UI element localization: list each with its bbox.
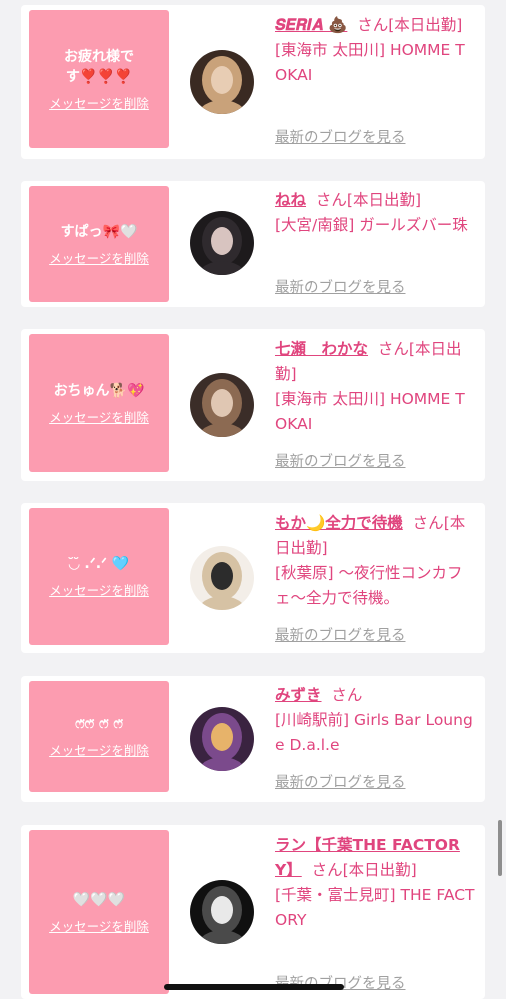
honorific-label: さん — [331, 686, 363, 704]
message-bubble: ◟̆◞̆ .ᐟ.ᐟ 🩵 メッセージを削除 — [29, 508, 169, 645]
latest-blog-link[interactable]: 最新のブログを見る — [275, 771, 406, 792]
message-text: お疲れ様です❣️❣️❣️ — [64, 48, 134, 85]
avatar-photo — [190, 546, 254, 610]
avatar-photo — [190, 880, 254, 944]
honorific-label: さん — [412, 514, 444, 532]
status-label: [本日出勤] — [388, 16, 463, 34]
shop-label: [大宮/南銀] ガールズバー珠 — [275, 216, 468, 234]
message-card: ෆ̈ෆ̈ ෆ̈ ෆ̈ メッセージを削除 みずき さん [川崎駅前] Girls Bar… — [21, 676, 485, 802]
message-text: すぱっ🎀🤍 — [60, 223, 138, 240]
message-bubble: 🤍🤍🤍 メッセージを削除 — [29, 830, 169, 994]
honorific-label: さん — [357, 16, 389, 34]
cast-info: 𝑺𝑬𝑹𝑰𝑨 💩 さん[本日出勤] [東海市 太田川] HOMME TOKAI — [275, 13, 475, 88]
message-bubble: お疲れ様です❣️❣️❣️ メッセージを削除 — [29, 10, 169, 148]
avatar[interactable] — [190, 50, 254, 114]
shop-label: [川崎駅前] Girls Bar Lounge D.a.l.e — [275, 711, 473, 754]
message-card: お疲れ様です❣️❣️❣️ メッセージを削除 𝑺𝑬𝑹𝑰𝑨 💩 さん[本日出勤] [東海市… — [21, 5, 485, 159]
shop-label: [千葉・富士見町] THE FACTORY — [275, 886, 475, 929]
message-bubble: すぱっ🎀🤍 メッセージを削除 — [29, 186, 169, 302]
message-card: おちゅん🐕💖 メッセージを削除 七瀬 わかな さん[本日出勤] [東海市 太田川] H… — [21, 329, 485, 481]
message-card: ◟̆◞̆ .ᐟ.ᐟ 🩵 メッセージを削除 もか🌙全力で待機 さん[本日出勤] [秋葉原… — [21, 503, 485, 653]
delete-message-link[interactable]: メッセージを削除 — [49, 93, 149, 112]
avatar[interactable] — [190, 211, 254, 275]
status-label: [本日出勤] — [346, 191, 421, 209]
avatar-photo — [190, 211, 254, 275]
home-indicator — [164, 984, 344, 990]
message-text: おちゅん🐕💖 — [53, 382, 145, 399]
cast-info: ラン【千葉THE FACTORY】 さん[本日出勤] [千葉・富士見町] THE … — [275, 833, 475, 933]
honorific-label: さん — [377, 340, 409, 358]
honorific-label: さん — [315, 191, 347, 209]
avatar[interactable] — [190, 707, 254, 771]
shop-label: [東海市 太田川] HOMME TOKAI — [275, 390, 465, 433]
shop-label: [東海市 太田川] HOMME TOKAI — [275, 41, 465, 84]
message-text: ෆ̈ෆ̈ ෆ̈ ෆ̈ — [75, 716, 123, 732]
avatar-photo — [190, 50, 254, 114]
cast-name-link[interactable]: もか🌙全力で待機 — [275, 514, 403, 532]
avatar-photo — [190, 707, 254, 771]
message-text: 🤍🤍🤍 — [72, 891, 126, 908]
cast-info: みずき さん [川崎駅前] Girls Bar Lounge D.a.l.e — [275, 683, 475, 758]
message-bubble: ෆ̈ෆ̈ ෆ̈ ෆ̈ メッセージを削除 — [29, 681, 169, 792]
cast-name-link[interactable]: 七瀬 わかな — [275, 340, 368, 358]
avatar-photo — [190, 373, 254, 437]
message-bubble: おちゅん🐕💖 メッセージを削除 — [29, 334, 169, 472]
avatar[interactable] — [190, 880, 254, 944]
scrollbar-thumb[interactable] — [498, 820, 502, 876]
delete-message-link[interactable]: メッセージを削除 — [49, 580, 149, 599]
latest-blog-link[interactable]: 最新のブログを見る — [275, 624, 406, 645]
cast-info: 七瀬 わかな さん[本日出勤] [東海市 太田川] HOMME TOKAI — [275, 337, 475, 437]
honorific-label: さん — [311, 861, 343, 879]
message-card: 🤍🤍🤍 メッセージを削除 ラン【千葉THE FACTORY】 さん[本日出勤] [千葉… — [21, 825, 485, 999]
latest-blog-link[interactable]: 最新のブログを見る — [275, 126, 406, 147]
shop-label: [秋葉原] 〜夜行性コンカフェ〜全力で待機。 — [275, 564, 463, 607]
cast-name-link[interactable]: みずき — [275, 686, 322, 704]
latest-blog-link[interactable]: 最新のブログを見る — [275, 450, 406, 471]
cast-info: もか🌙全力で待機 さん[本日出勤] [秋葉原] 〜夜行性コンカフェ〜全力で待機。 — [275, 511, 475, 611]
delete-message-link[interactable]: メッセージを削除 — [49, 248, 149, 267]
delete-message-link[interactable]: メッセージを削除 — [49, 916, 149, 935]
status-label: [本日出勤] — [342, 861, 417, 879]
delete-message-link[interactable]: メッセージを削除 — [49, 407, 149, 426]
delete-message-link[interactable]: メッセージを削除 — [49, 740, 149, 759]
avatar[interactable] — [190, 373, 254, 437]
message-card: すぱっ🎀🤍 メッセージを削除 ねね さん[本日出勤] [大宮/南銀] ガールズバー珠最… — [21, 181, 485, 307]
cast-name-link[interactable]: ねね — [275, 191, 306, 209]
cast-name-link[interactable]: 𝑺𝑬𝑹𝑰𝑨 💩 — [275, 16, 347, 34]
message-text: ◟̆◞̆ .ᐟ.ᐟ 🩵 — [68, 556, 130, 572]
latest-blog-link[interactable]: 最新のブログを見る — [275, 276, 406, 297]
avatar[interactable] — [190, 546, 254, 610]
cast-info: ねね さん[本日出勤] [大宮/南銀] ガールズバー珠 — [275, 188, 475, 238]
